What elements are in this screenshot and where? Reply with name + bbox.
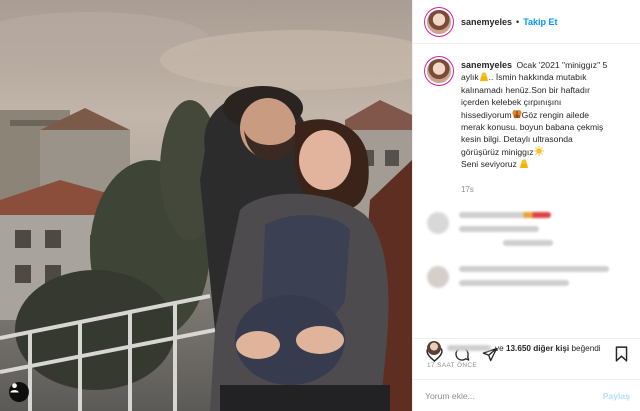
post-photo[interactable] [0, 0, 412, 411]
caption-line: görüşürüz miniggız [461, 146, 534, 157]
post-header: sanemyeles • Takip Et [413, 0, 640, 44]
caption-line: hissediyorum [461, 109, 512, 120]
likes-suffix: beğendi [571, 343, 601, 353]
post-timestamp[interactable]: 17 SAAT ÖNCE [427, 362, 477, 369]
sun-emoji-icon [533, 146, 544, 156]
comment-form: Paylaş [413, 379, 640, 411]
baby-chick-emoji-icon [479, 72, 488, 82]
caption-avatar[interactable] [427, 59, 451, 83]
comment-avatar-blurred [427, 212, 449, 235]
caption-line: kalınamadı henüz.Son bir haftadır [461, 84, 590, 95]
caption-body: sanemyeles Ocak '2021 "miniggız" 5 aylık… [461, 59, 607, 196]
caption-line: aylık [461, 72, 479, 83]
caption-line: Seni seviyoruz [461, 159, 517, 170]
bookmark-glyph [615, 346, 627, 362]
likes-count[interactable]: 13.650 diğer kişi [506, 344, 569, 353]
bookmark-icon[interactable] [612, 345, 630, 363]
person-tag-icon[interactable] [9, 382, 29, 402]
butterfly-emoji-icon [512, 109, 522, 118]
comment-text-blurred [459, 266, 609, 294]
photo-scene [0, 12, 412, 411]
comment-text-blurred [459, 212, 553, 254]
post-side-panel: sanemyeles • Takip Et sanemyeles Ocak '2… [412, 0, 640, 411]
comment-avatar-blurred [427, 266, 449, 289]
caption-time: 17s [461, 184, 474, 194]
comment-input[interactable] [425, 390, 603, 401]
likes-connector: ve [495, 343, 504, 353]
header-separator: • [516, 16, 520, 27]
caption-username[interactable]: sanemyeles [461, 60, 512, 70]
author-avatar[interactable] [427, 9, 451, 34]
caption-line: Ocak '2021 "miniggız" 5 [516, 60, 608, 70]
likes-summary[interactable]: ve 13.650 diğer kişi beğendi [427, 341, 601, 355]
caption-line: .. İsmin hakkında mutabık [488, 72, 587, 83]
follow-button[interactable]: Takip Et [523, 17, 557, 27]
person-tag-glyph [10, 383, 19, 393]
post-comment-button[interactable]: Paylaş [603, 391, 630, 401]
author-username[interactable]: sanemyeles [461, 17, 512, 27]
caption-line: Göz rengin ailede [521, 109, 590, 120]
caption-row: sanemyeles Ocak '2021 "miniggız" 5 aylık… [427, 59, 626, 196]
comment-row [427, 212, 626, 254]
comment-row [427, 266, 626, 294]
baby-chick-emoji-icon [520, 159, 529, 169]
caption-line: merak konusu. boyun babana çekmiş [461, 122, 604, 133]
liker-name-blurred [447, 345, 491, 351]
caption-line: içerden kelebek çırpınışını [461, 97, 562, 108]
liker-avatar [427, 341, 441, 355]
comments-area[interactable]: sanemyeles Ocak '2021 "miniggız" 5 aylık… [413, 45, 640, 309]
caption-line: kesin bilgi. Detaylı ultrasonda [461, 134, 573, 145]
